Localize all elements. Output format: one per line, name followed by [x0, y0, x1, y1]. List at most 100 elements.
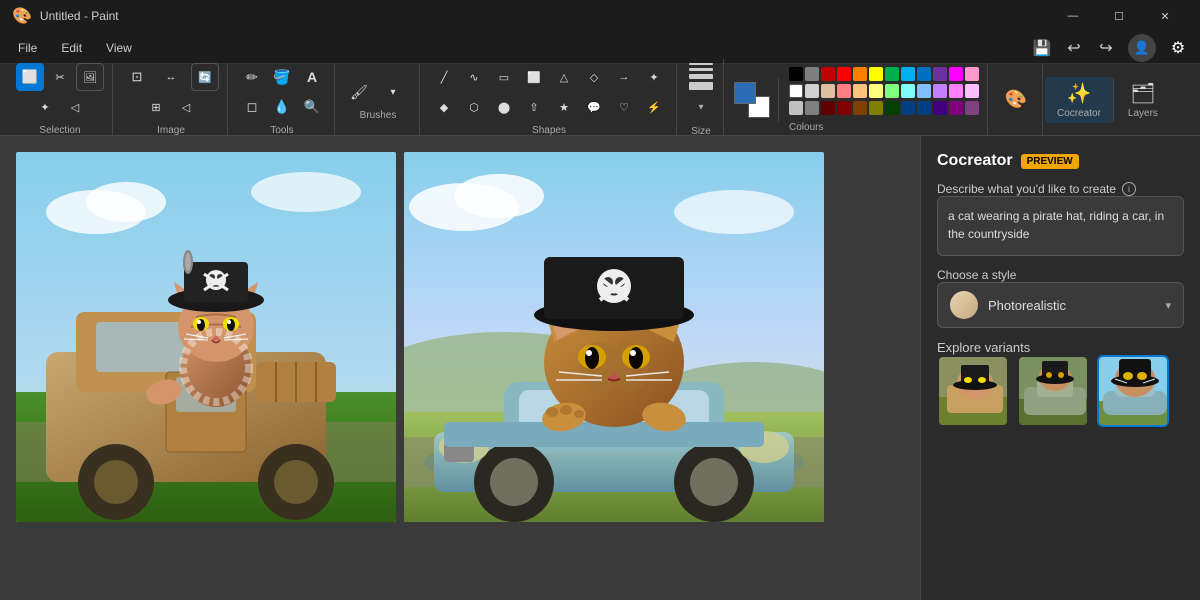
file-menu[interactable]: File: [8, 37, 47, 59]
shape-diamond2-button[interactable]: ◆: [430, 93, 458, 121]
color-lightmagenta[interactable]: [949, 84, 963, 98]
selection-rect-button[interactable]: ⬜: [16, 63, 44, 91]
user-avatar[interactable]: 👤: [1128, 34, 1156, 62]
color-tan[interactable]: [821, 84, 835, 98]
edit-colors-button[interactable]: 🎨: [998, 82, 1034, 118]
size-dropdown[interactable]: ▾: [687, 94, 715, 122]
color-lightcyan[interactable]: [901, 84, 915, 98]
shape-heart-button[interactable]: ♡: [610, 93, 638, 121]
canvas-container[interactable]: [0, 136, 920, 600]
selection-invert-button[interactable]: ◁: [61, 93, 89, 121]
color-darkred[interactable]: [821, 67, 835, 81]
color-lightyellow[interactable]: [869, 84, 883, 98]
color-midgray[interactable]: [789, 101, 803, 115]
close-button[interactable]: ✕: [1142, 0, 1188, 32]
color-lightgreen[interactable]: [885, 84, 899, 98]
style-selector[interactable]: Photorealistic ▾: [937, 282, 1184, 328]
shape-hex-button[interactable]: ⬡: [460, 93, 488, 121]
color-lightorange[interactable]: [853, 84, 867, 98]
shape-oval-button[interactable]: ⬤: [490, 93, 518, 121]
view-menu[interactable]: View: [96, 37, 142, 59]
toolbar: ⬜ ✂ 🖼 ✦ ◁ Selection ⊡ ↔ 🔄 ⊞ ◁ Image ✏ 🪣 …: [0, 64, 1200, 136]
magnifier-button[interactable]: 🔍: [298, 93, 326, 121]
color-darkblue[interactable]: [917, 101, 931, 115]
foreground-color-swatch[interactable]: [734, 82, 756, 104]
size-selector[interactable]: [689, 63, 713, 90]
brush-button[interactable]: 🖌: [345, 78, 373, 106]
color-darkmaroon[interactable]: [837, 101, 851, 115]
variant-thumb-3[interactable]: [1097, 355, 1169, 427]
pencil-button[interactable]: ✏: [238, 63, 266, 91]
color-white[interactable]: [789, 84, 803, 98]
undo-button[interactable]: ↩: [1060, 34, 1088, 62]
variant-thumb-2[interactable]: [1017, 355, 1089, 427]
selection-image-button[interactable]: 🖼: [76, 63, 104, 91]
color-pink[interactable]: [965, 67, 979, 81]
color-blue[interactable]: [917, 67, 931, 81]
shape-arrow-button[interactable]: →: [610, 63, 638, 91]
shape-diamond-button[interactable]: ◇: [580, 63, 608, 91]
color-darkpurple[interactable]: [933, 101, 947, 115]
prompt-text-box[interactable]: a cat wearing a pirate hat, riding a car…: [937, 196, 1184, 256]
color-rosy[interactable]: [965, 101, 979, 115]
text-button[interactable]: A: [298, 63, 326, 91]
shape-curve-button[interactable]: ∿: [460, 63, 488, 91]
shape-rect2-button[interactable]: ⬜: [520, 63, 548, 91]
color-darkorange[interactable]: [853, 101, 867, 115]
shape-bubble-button[interactable]: 💬: [580, 93, 608, 121]
color-lightgray[interactable]: [805, 84, 819, 98]
brush-dropdown[interactable]: ▾: [375, 78, 411, 106]
variant-thumb-1[interactable]: [937, 355, 1009, 427]
layers-feature-label: Layers: [1128, 108, 1158, 119]
color-red[interactable]: [837, 67, 851, 81]
shape-rect-button[interactable]: ▭: [490, 63, 518, 91]
title-bar-controls[interactable]: — ☐ ✕: [1050, 0, 1188, 32]
color-green[interactable]: [885, 67, 899, 81]
eraser-button[interactable]: ◻: [238, 93, 266, 121]
color-vdarkred[interactable]: [821, 101, 835, 115]
shapes-top-row: ╱ ∿ ▭ ⬜ △ ◇ → ✦: [430, 63, 668, 91]
color-stack[interactable]: [734, 82, 770, 118]
color-magenta[interactable]: [949, 67, 963, 81]
rotate-button[interactable]: 🔄: [191, 63, 219, 91]
maximize-button[interactable]: ☐: [1096, 0, 1142, 32]
cocreator-feature-button[interactable]: ✨ Cocreator: [1045, 77, 1114, 123]
shape-line-button[interactable]: ╱: [430, 63, 458, 91]
color-lightblue[interactable]: [917, 84, 931, 98]
shape-star-button[interactable]: ★: [550, 93, 578, 121]
selection-free-button[interactable]: ✂: [46, 63, 74, 91]
color-lightpink[interactable]: [965, 84, 979, 98]
shape-arrow2-button[interactable]: ⇧: [520, 93, 548, 121]
color-lightred[interactable]: [837, 84, 851, 98]
minimize-button[interactable]: —: [1050, 0, 1096, 32]
color-darkyellow[interactable]: [869, 101, 883, 115]
background-button[interactable]: ◁: [172, 93, 200, 121]
color-purple[interactable]: [933, 67, 947, 81]
crop-button[interactable]: ⊡: [123, 63, 151, 91]
shape-more-button[interactable]: ✦: [640, 63, 668, 91]
resize-button[interactable]: ↔: [153, 63, 189, 91]
selection-magic-button[interactable]: ✦: [31, 93, 59, 121]
edit-menu[interactable]: Edit: [51, 37, 92, 59]
color-gray[interactable]: [805, 101, 819, 115]
fill-button[interactable]: 🪣: [268, 63, 296, 91]
color-lightpurple[interactable]: [933, 84, 947, 98]
color-darkcyan[interactable]: [901, 101, 915, 115]
save-button[interactable]: 💾: [1028, 34, 1056, 62]
describe-info-icon[interactable]: i: [1122, 182, 1136, 196]
color-black[interactable]: [789, 67, 803, 81]
eyedropper-button[interactable]: 💧: [268, 93, 296, 121]
shape-lightning-button[interactable]: ⚡: [640, 93, 668, 121]
color-orange[interactable]: [853, 67, 867, 81]
color-darkgreen[interactable]: [885, 101, 899, 115]
color-row-2: [789, 84, 979, 98]
layers-feature-button[interactable]: 🗂 Layers: [1116, 77, 1170, 123]
shape-triangle-button[interactable]: △: [550, 63, 578, 91]
redo-button[interactable]: ↪: [1092, 34, 1120, 62]
settings-button[interactable]: ⚙: [1164, 34, 1192, 62]
color-darkmagenta[interactable]: [949, 101, 963, 115]
flip-button[interactable]: ⊞: [142, 93, 170, 121]
color-yellow[interactable]: [869, 67, 883, 81]
color-darkgray[interactable]: [805, 67, 819, 81]
color-skyblue[interactable]: [901, 67, 915, 81]
